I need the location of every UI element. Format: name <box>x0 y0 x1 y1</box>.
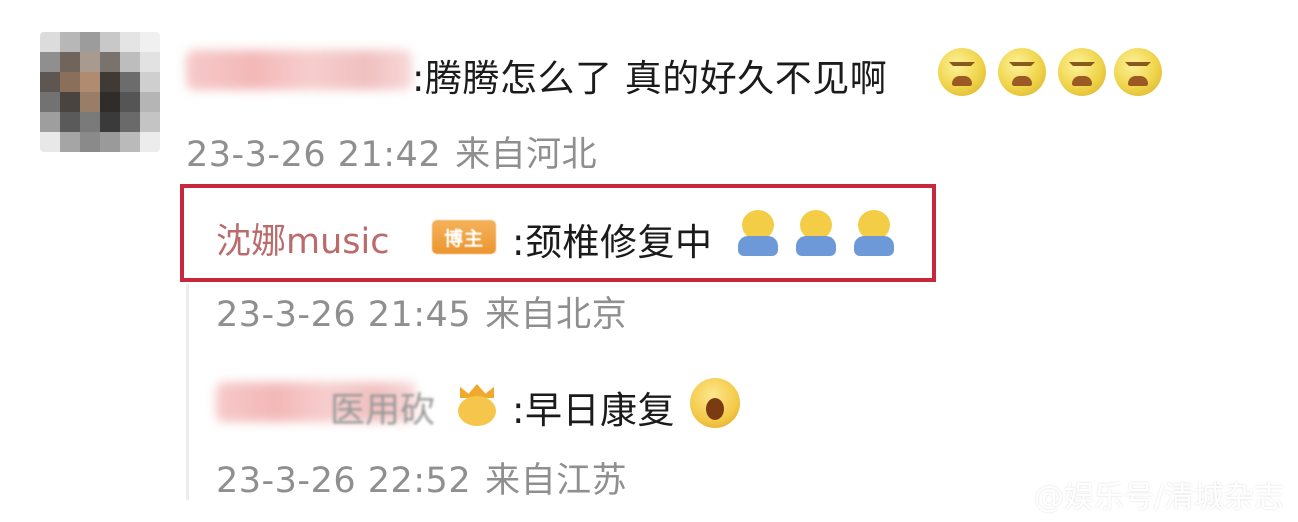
angry-face-icon <box>1114 48 1162 96</box>
comment-meta: 23-3-26 21:42 来自河北 <box>186 126 597 177</box>
avatar-pixel <box>40 92 60 112</box>
avatar-pixel <box>100 72 120 92</box>
doge-icon <box>738 210 778 258</box>
reply-username[interactable]: 沈娜music <box>216 213 389 264</box>
avatar-pixel <box>40 72 60 92</box>
author-badge: 博主 <box>432 220 496 254</box>
reply-text: :颈椎修复中 <box>512 221 713 264</box>
avatar[interactable] <box>40 32 160 152</box>
avatar-pixel <box>60 72 80 92</box>
angry-face-icon <box>1058 48 1106 96</box>
avatar-pixel <box>140 132 160 152</box>
angry-face-icon <box>938 48 986 96</box>
avatar-pixel <box>80 92 100 112</box>
avatar-pixel <box>40 112 60 132</box>
avatar-pixel <box>120 112 140 132</box>
reply-meta: 23-3-26 22:52 来自江苏 <box>216 452 627 503</box>
shocked-face-icon <box>690 378 740 428</box>
avatar-pixel <box>40 52 60 72</box>
avatar-pixel <box>40 32 60 52</box>
avatar-pixel <box>60 132 80 152</box>
avatar-pixel <box>140 92 160 112</box>
comment-location: 来自河北 <box>455 135 598 175</box>
comment-text: :腾腾怎么了 真的好久不见啊 <box>412 57 888 100</box>
avatar-pixel <box>60 92 80 112</box>
avatar-pixel <box>100 52 120 72</box>
avatar-pixel <box>120 52 140 72</box>
avatar-pixel <box>80 52 100 72</box>
doge-icon <box>854 210 894 258</box>
avatar-pixel <box>100 92 120 112</box>
avatar-pixel <box>140 52 160 72</box>
avatar-pixel <box>60 32 80 52</box>
comment-time: 23-3-26 21:42 <box>186 135 442 175</box>
avatar-pixel <box>80 132 100 152</box>
avatar-pixel <box>120 72 140 92</box>
avatar-pixel <box>120 32 140 52</box>
reply-location: 来自江苏 <box>485 461 628 501</box>
reply-username-partial[interactable]: 医用砍 <box>330 382 435 433</box>
avatar-pixel <box>100 132 120 152</box>
avatar-pixel <box>60 112 80 132</box>
avatar-pixel <box>60 52 80 72</box>
avatar-pixel <box>100 112 120 132</box>
avatar-pixel <box>140 112 160 132</box>
angry-face-icon <box>998 48 1046 96</box>
crown-icon <box>456 384 498 428</box>
thread-line <box>186 284 189 500</box>
avatar-pixel <box>80 72 100 92</box>
watermark: @娱乐号/清城杂志 <box>1033 480 1284 515</box>
doge-icon <box>796 210 836 258</box>
avatar-pixel <box>140 32 160 52</box>
reply-text: :早日康复 <box>512 389 675 432</box>
reply-time: 23-3-26 21:45 <box>216 295 472 335</box>
avatar-pixel <box>120 92 140 112</box>
username-blurred[interactable] <box>186 50 412 90</box>
avatar-pixel <box>40 132 60 152</box>
reply-time: 23-3-26 22:52 <box>216 461 472 501</box>
reply-meta: 23-3-26 21:45 来自北京 <box>216 286 627 337</box>
avatar-pixel <box>80 32 100 52</box>
avatar-pixel <box>120 132 140 152</box>
avatar-pixel <box>80 112 100 132</box>
avatar-pixel <box>140 72 160 92</box>
avatar-pixel <box>100 32 120 52</box>
reply-location: 来自北京 <box>485 295 628 335</box>
comment-thread: :腾腾怎么了 真的好久不见啊 23-3-26 21:42 来自河北 沈娜music… <box>0 0 1298 522</box>
